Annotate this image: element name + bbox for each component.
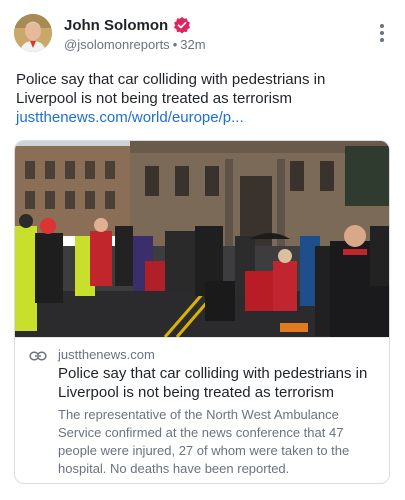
post-time[interactable]: 32m xyxy=(180,37,205,52)
author-name[interactable]: John Solomon xyxy=(64,17,168,34)
card-body: justthenews.com Police say that car coll… xyxy=(15,337,389,483)
card-title[interactable]: Police say that car colliding with pedes… xyxy=(58,364,380,402)
author-handle[interactable]: @jsolomonreports xyxy=(64,37,170,52)
post-text: Police say that car colliding with pedes… xyxy=(16,71,326,107)
link-chain-icon xyxy=(29,351,47,361)
card-description: The representative of the North West Amb… xyxy=(58,407,350,476)
verified-badge-icon xyxy=(174,16,191,34)
avatar[interactable] xyxy=(14,14,52,52)
post-meta: @jsolomonreports • 32m xyxy=(64,37,206,52)
card-image[interactable] xyxy=(15,141,389,337)
post-link[interactable]: justthenews.com/world/europe/p... xyxy=(16,108,244,127)
meta-separator: • xyxy=(172,37,178,52)
card-domain[interactable]: justthenews.com xyxy=(58,347,155,362)
post-header: John Solomon @jsolomonreports • 32m xyxy=(14,14,391,56)
link-preview-card[interactable]: justthenews.com Police say that car coll… xyxy=(14,140,390,484)
more-vertical-icon[interactable] xyxy=(379,24,385,42)
